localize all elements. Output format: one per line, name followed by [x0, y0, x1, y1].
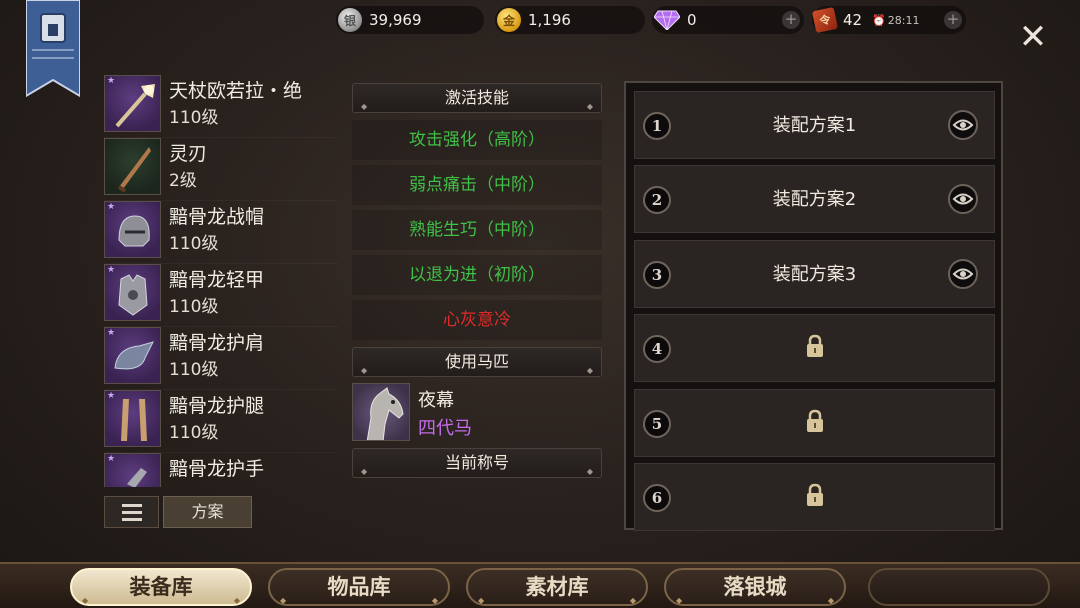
equipment-name: 灵刃 — [169, 143, 208, 165]
loadout-slot-1[interactable]: 1 装配方案1 — [634, 91, 995, 159]
current-title-label: 当前称号 — [444, 453, 509, 472]
tab-items[interactable]: ◆ 物品库 ◆ — [268, 568, 450, 606]
slot-number: 4 — [643, 335, 671, 363]
slot-number: 3 — [643, 261, 671, 289]
list-menu-button[interactable] — [104, 496, 159, 528]
silver-coin-icon: 银 — [338, 8, 362, 32]
loadout-label: 装配方案2 — [772, 189, 857, 210]
equipment-name: 黯骨龙轻甲 — [169, 269, 265, 291]
eye-icon[interactable] — [948, 259, 978, 289]
plan-button[interactable]: 方案 — [163, 496, 252, 528]
equipment-list[interactable]: ★ 天杖欧若拉・绝 110级 灵刃 2级 ★ 黯骨龙战帽 110级 ★ 黯骨龙轻甲 11… — [104, 75, 338, 487]
loadout-label: 装配方案3 — [772, 264, 857, 285]
tab-label: 物品库 — [327, 574, 391, 599]
add-diamond-button[interactable]: + — [782, 11, 800, 29]
loadout-slot-2[interactable]: 2 装配方案2 — [634, 165, 995, 233]
equipment-item[interactable]: ★ 黯骨龙护肩 110级 — [104, 327, 338, 390]
loadout-slot-3[interactable]: 3 装配方案3 — [634, 240, 995, 308]
blade-icon — [104, 138, 161, 195]
slot-number: 6 — [643, 484, 671, 512]
lock-icon — [805, 483, 825, 511]
equipment-name: 天杖欧若拉・绝 — [169, 80, 303, 102]
tab-label: 素材库 — [525, 574, 589, 599]
slot-number: 2 — [643, 186, 671, 214]
gold-currency: 金 1,196 — [495, 6, 645, 34]
skill-item[interactable]: 弱点痛击（中阶） — [352, 165, 602, 205]
slot-number: 1 — [643, 112, 671, 140]
equipment-level: 110级 — [169, 423, 219, 443]
tab-label: 装备库 — [129, 574, 193, 599]
equipment-item[interactable]: 灵刃 2级 — [104, 138, 338, 201]
skill-item[interactable]: 攻击强化（高阶） — [352, 120, 602, 160]
diamond-currency: 0 + — [652, 6, 804, 34]
tab-label: 落银城 — [723, 574, 787, 599]
loadout-slot-6[interactable]: 6 — [634, 463, 995, 531]
silver-amount: 39,969 — [369, 11, 422, 29]
alarm-clock-icon: ⏰ — [872, 13, 886, 27]
equipment-name: 黯骨龙护手 — [169, 458, 265, 480]
staff-icon: ★ — [104, 75, 161, 132]
gauntlet-icon: ★ — [104, 453, 161, 487]
equipment-item[interactable]: ★ 黯骨龙护腿 110级 — [104, 390, 338, 453]
lock-icon — [805, 334, 825, 362]
diamond-amount: 0 — [687, 11, 697, 29]
skill-item[interactable]: 以退为进（初阶） — [352, 255, 602, 295]
ticket-icon: 令 — [811, 6, 839, 34]
equipment-name: 黯骨龙战帽 — [169, 206, 265, 228]
eye-icon[interactable] — [948, 184, 978, 214]
mount-header: ◆ 使用马匹 ◆ — [352, 347, 602, 377]
close-icon[interactable]: ✕ — [1017, 20, 1049, 54]
lock-icon — [805, 409, 825, 437]
equipment-level: 110级 — [169, 297, 219, 317]
equipment-level: 110级 — [169, 108, 219, 128]
loadout-label: 装配方案1 — [772, 115, 857, 136]
mount-title: 使用马匹 — [444, 352, 509, 371]
skill-item[interactable]: 心灰意冷 — [352, 300, 602, 340]
mount-generation: 四代马 — [418, 418, 472, 439]
slot-number: 5 — [643, 410, 671, 438]
stamina-amount: 42 — [843, 11, 863, 29]
silver-currency: 银 39,969 — [336, 6, 484, 34]
armor-icon: ★ — [104, 264, 161, 321]
eye-icon[interactable] — [948, 110, 978, 140]
gold-coin-icon: 金 — [497, 8, 521, 32]
equipment-item[interactable]: ★ 黯骨龙轻甲 110级 — [104, 264, 338, 327]
tab-equipment[interactable]: ◆ 装备库 ◆ — [70, 568, 252, 606]
active-skills-title: 激活技能 — [444, 88, 509, 107]
stamina-timer: 28:11 — [887, 13, 920, 27]
equipment-item[interactable]: ★ 黯骨龙护手 — [104, 453, 338, 487]
empty-tab-ornament — [868, 568, 1050, 606]
equipment-item[interactable]: ★ 黯骨龙战帽 110级 — [104, 201, 338, 264]
loadout-slot-5[interactable]: 5 — [634, 389, 995, 457]
equipment-level: 2级 — [169, 171, 197, 191]
active-skills-header: ◆ 激活技能 ◆ — [352, 83, 602, 113]
loadout-panel: 1 装配方案1 2 装配方案2 3 装配方案3 4 5 6 — [624, 81, 1003, 531]
horse-icon[interactable] — [352, 383, 410, 441]
equipment-level: 110级 — [169, 234, 219, 254]
loadout-slot-4[interactable]: 4 — [634, 314, 995, 382]
diamond-icon — [654, 10, 680, 30]
mount-name: 夜幕 — [418, 390, 454, 411]
pauldron-icon: ★ — [104, 327, 161, 384]
skill-item[interactable]: 熟能生巧（中阶） — [352, 210, 602, 250]
equipment-item[interactable]: ★ 天杖欧若拉・绝 110级 — [104, 75, 338, 138]
guild-banner[interactable] — [25, 0, 81, 100]
add-stamina-button[interactable]: + — [944, 11, 962, 29]
equipment-level: 110级 — [169, 360, 219, 380]
gold-amount: 1,196 — [528, 11, 571, 29]
bottom-tab-bar: ◆ 装备库 ◆ ◆ 物品库 ◆ ◆ 素材库 ◆ ◆ 落银城 ◆ — [0, 562, 1080, 608]
stamina-currency: 令 42 ⏰ 28:11 + — [811, 6, 966, 34]
title-header[interactable]: ◆ 当前称号 ◆ — [352, 448, 602, 478]
equipment-name: 黯骨龙护肩 — [169, 332, 265, 354]
tab-materials[interactable]: ◆ 素材库 ◆ — [466, 568, 648, 606]
tab-luoyin-city[interactable]: ◆ 落银城 ◆ — [664, 568, 846, 606]
equipment-name: 黯骨龙护腿 — [169, 395, 265, 417]
helmet-icon: ★ — [104, 201, 161, 258]
greaves-icon: ★ — [104, 390, 161, 447]
